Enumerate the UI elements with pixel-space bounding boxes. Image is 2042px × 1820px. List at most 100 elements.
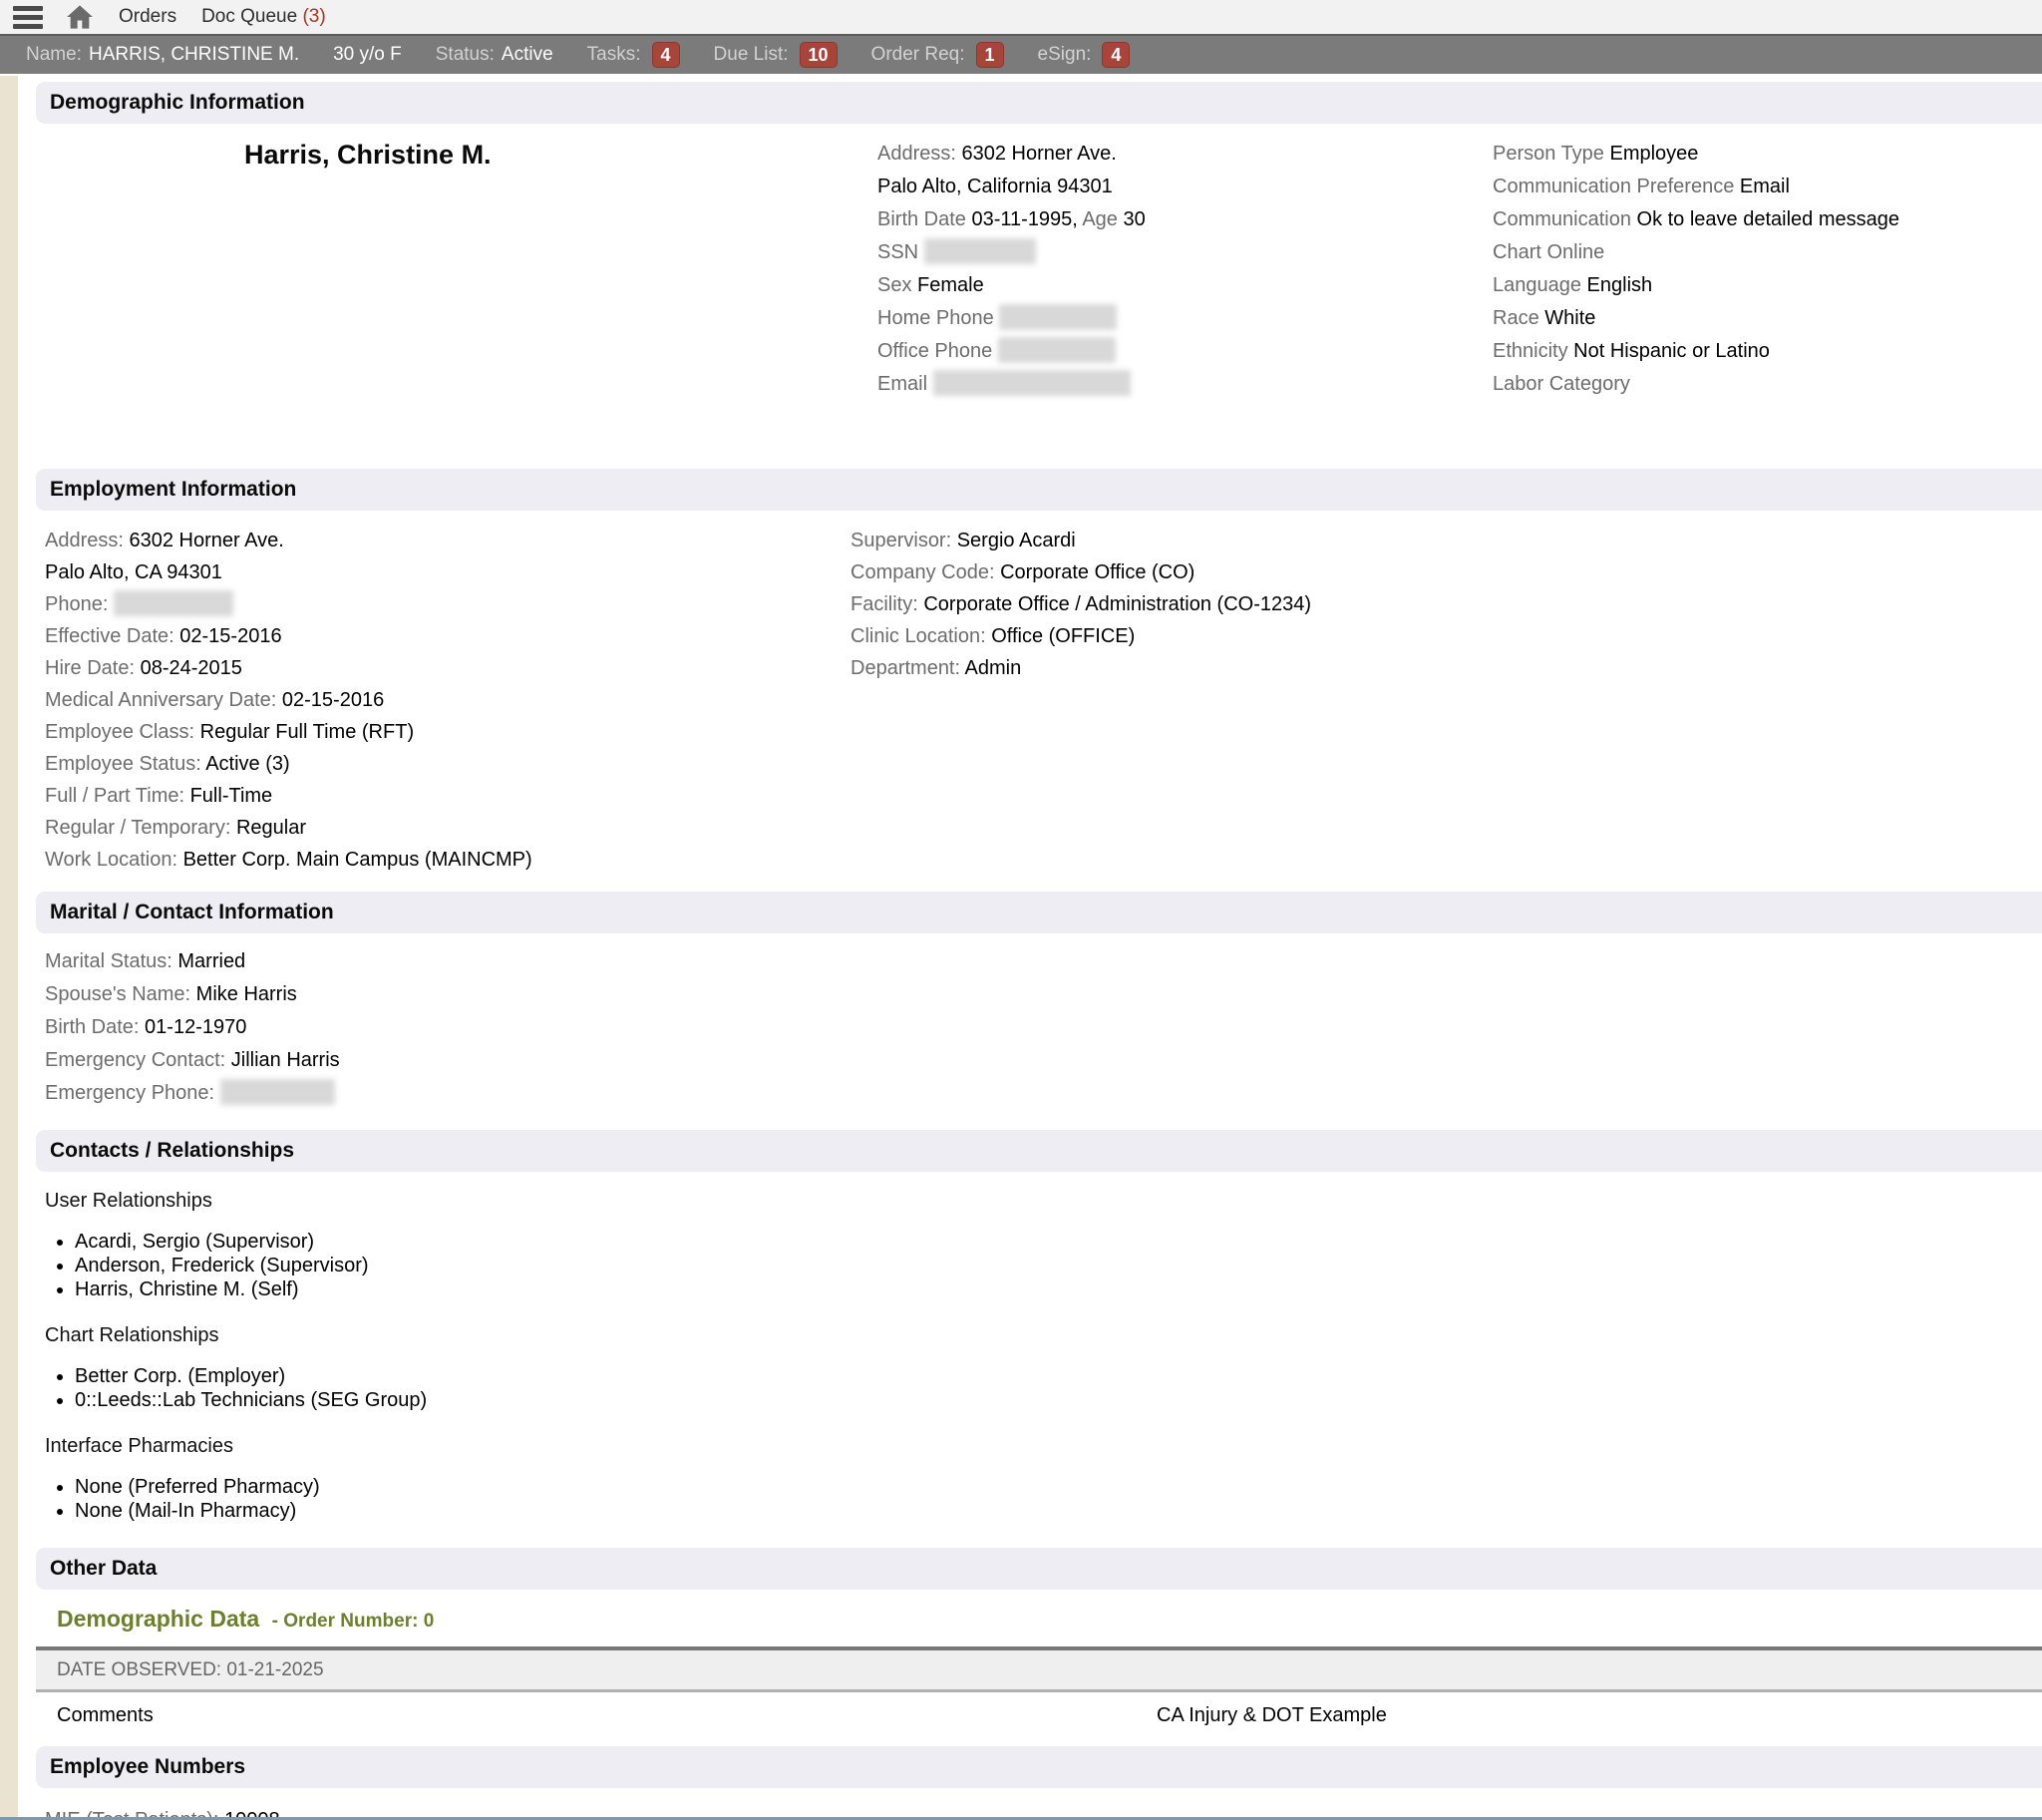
due-list-badge[interactable]: 10 <box>800 42 838 68</box>
comments-value: CA Injury & DOT Example <box>1157 1704 1387 1727</box>
name-label: Name: <box>26 44 82 66</box>
interface-pharmacies-list: None (Preferred Pharmacy)None (Mail-In P… <box>45 1475 2042 1523</box>
redacted-value <box>998 337 1116 363</box>
due-list-counter[interactable]: Due List: 10 <box>714 42 838 68</box>
field-value: Not Hispanic or Latino <box>1573 340 1770 362</box>
order-req-label: Order Req: <box>871 44 965 66</box>
field-value: Employee <box>1609 143 1698 165</box>
field-row: Office Phone <box>877 335 1493 368</box>
field-value: 6302 Horner Ave. <box>961 143 1116 165</box>
esign-counter[interactable]: eSign: 4 <box>1038 42 1131 68</box>
menu-icon[interactable] <box>13 6 43 29</box>
field-label: Phone: <box>45 593 114 615</box>
field-row: Spouse's Name: Mike Harris <box>45 978 2042 1011</box>
date-observed-row: DATE OBSERVED: 01-21-2025 <box>36 1650 2042 1692</box>
field-label: Emergency Phone: <box>45 1082 220 1104</box>
field-label: Regular / Temporary: <box>45 817 236 839</box>
status-label: Status: <box>436 44 495 66</box>
field-value: 02-15-2016 <box>282 689 384 711</box>
field-label: Language <box>1493 274 1587 296</box>
field-value: 03-11-1995, <box>971 208 1077 230</box>
field-row: Employee Class: Regular Full Time (RFT) <box>45 716 851 748</box>
list-item: Harris, Christine M. (Self) <box>75 1277 2042 1301</box>
field-value: Admin <box>965 657 1022 679</box>
field-value: Palo Alto, CA 94301 <box>45 561 222 583</box>
tasks-badge[interactable]: 4 <box>652 42 680 68</box>
field-row: Work Location: Better Corp. Main Campus … <box>45 844 851 876</box>
list-item: Acardi, Sergio (Supervisor) <box>75 1230 2042 1254</box>
field-value: 08-24-2015 <box>141 657 242 679</box>
field-row: Birth Date: 01-12-1970 <box>45 1011 2042 1044</box>
redacted-value <box>933 370 1131 396</box>
user-relationships-list: Acardi, Sergio (Supervisor)Anderson, Fre… <box>45 1230 2042 1301</box>
patient-header-bar: Name: HARRIS, CHRISTINE M. 30 y/o F Stat… <box>0 36 2042 74</box>
field-label: Labor Category <box>1493 373 1630 395</box>
field-row: Medical Anniversary Date: 02-15-2016 <box>45 684 851 716</box>
field-label: Home Phone <box>877 307 999 329</box>
order-req-counter[interactable]: Order Req: 1 <box>871 42 1004 68</box>
comments-label: Comments <box>57 1704 154 1726</box>
field-label: Emergency Contact: <box>45 1049 231 1071</box>
field-label: Full / Part Time: <box>45 785 190 807</box>
field-label: Spouse's Name: <box>45 983 196 1005</box>
field-label: Birth Date <box>877 208 971 230</box>
field-row: Labor Category <box>1493 368 2042 401</box>
field-value: Female <box>917 274 984 296</box>
esign-label: eSign: <box>1038 44 1092 66</box>
employment-left-column: Address: 6302 Horner Ave.Palo Alto, CA 9… <box>45 525 851 876</box>
doc-queue-label: Doc Queue <box>201 6 297 27</box>
nav-orders[interactable]: Orders <box>119 6 176 28</box>
esign-badge[interactable]: 4 <box>1102 42 1130 68</box>
field-row: Clinic Location: Office (OFFICE) <box>851 620 2042 652</box>
field-value: Regular Full Time (RFT) <box>200 721 414 743</box>
field-row: Ethnicity Not Hispanic or Latino <box>1493 335 2042 368</box>
employee-chart-page: Orders Doc Queue (3) Name: HARRIS, CHRIS… <box>0 0 2042 1820</box>
user-relationships-title: User Relationships <box>45 1189 2042 1214</box>
field-label: Facility: <box>851 593 923 615</box>
field-value: Email <box>1740 176 1790 197</box>
top-toolbar: Orders Doc Queue (3) <box>0 0 2042 36</box>
field-label: Email <box>877 373 933 395</box>
section-header-other-data: Other Data <box>36 1548 2042 1590</box>
demographic-data-link[interactable]: Demographic Data <box>57 1606 259 1632</box>
chart-relationships-title: Chart Relationships <box>45 1323 2042 1348</box>
doc-queue-count: (3) <box>302 6 325 27</box>
home-icon[interactable] <box>66 4 94 30</box>
section-header-demographic: Demographic Information <box>36 82 2042 124</box>
field-label: Department: <box>851 657 965 679</box>
field-row: Regular / Temporary: Regular <box>45 812 851 844</box>
list-item: 0::Leeds::Lab Technicians (SEG Group) <box>75 1388 2042 1412</box>
field-label: Communication <box>1493 208 1637 230</box>
field-row: Email <box>877 368 1493 401</box>
field-row: Communication Preference Email <box>1493 171 2042 203</box>
field-value: Active (3) <box>205 753 289 775</box>
order-req-badge[interactable]: 1 <box>976 42 1004 68</box>
list-item: Anderson, Frederick (Supervisor) <box>75 1254 2042 1277</box>
field-label: Clinic Location: <box>851 625 991 647</box>
field-value: Full-Time <box>190 785 273 807</box>
field-label: SSN <box>877 241 924 263</box>
field-label: Effective Date: <box>45 625 179 647</box>
field-value: 30 <box>1123 208 1145 230</box>
field-value: English <box>1587 274 1653 296</box>
field-value: Office (OFFICE) <box>991 625 1135 647</box>
list-item: Better Corp. (Employer) <box>75 1364 2042 1388</box>
field-value: Mike Harris <box>196 983 297 1005</box>
field-label: Company Code: <box>851 561 1000 583</box>
field-row: Race White <box>1493 302 2042 335</box>
field-row: Phone: <box>45 588 851 620</box>
field-value: Sergio Acardi <box>957 530 1076 551</box>
field-row: Address: 6302 Horner Ave. <box>877 138 1493 171</box>
field-value: 01-12-1970 <box>145 1016 246 1038</box>
field-row: Birth Date 03-11-1995, Age 30 <box>877 203 1493 236</box>
section-header-contacts: Contacts / Relationships <box>36 1130 2042 1172</box>
redacted-value <box>220 1079 335 1105</box>
field-value: Corporate Office (CO) <box>1000 561 1194 583</box>
tasks-counter[interactable]: Tasks: 4 <box>587 42 680 68</box>
order-number: - Order Number: 0 <box>272 1611 435 1632</box>
redacted-value <box>114 590 233 616</box>
field-row: SSN <box>877 236 1493 269</box>
patient-name-summary[interactable]: Name: HARRIS, CHRISTINE M. <box>26 44 299 66</box>
nav-doc-queue[interactable]: Doc Queue (3) <box>201 6 326 28</box>
field-label: Employee Status: <box>45 753 205 775</box>
